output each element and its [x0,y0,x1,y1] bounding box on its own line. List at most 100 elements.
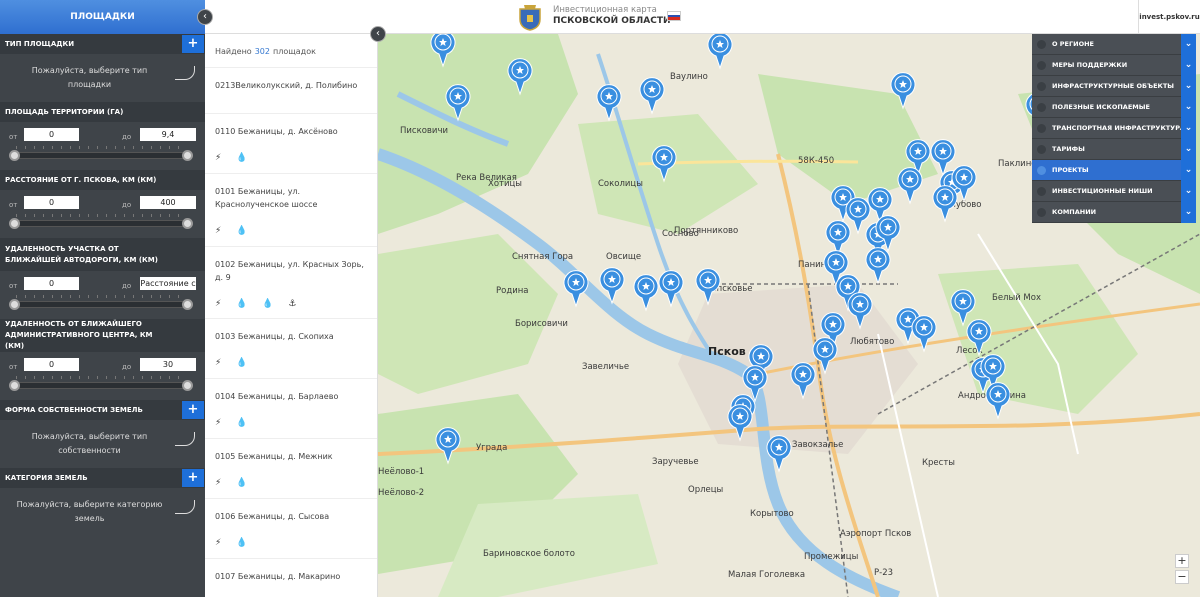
range-slider-track[interactable] [10,152,193,159]
layer-icon [1037,208,1046,217]
section-title-text: УДАЛЕННОСТЬ УЧАСТКА ОТ БЛИЖАЙШЕЙ АВТОДОР… [5,244,158,264]
list-item[interactable]: 0104 Бежаницы, д. Барлаево ⚡ 💧 [205,379,377,439]
range-to-input[interactable]: Расстояние с [140,277,196,290]
layer-icon [1037,61,1046,70]
sidebar-title: ПЛОЩАДКИ [0,0,205,34]
chevron-down-icon[interactable]: ⌄ [1181,202,1196,223]
list-item[interactable]: 0110 Бежаницы, д. Аксёново ⚡ 💧 [205,114,377,174]
list-item[interactable]: 0102 Бежаницы, ул. Красных Зорь, д. 9 ⚡ 💧… [205,247,377,319]
found-prefix: Найдено [215,47,252,56]
slider-ticks [16,295,187,298]
found-number: 302 [254,47,270,56]
chevron-down-icon[interactable]: ⌄ [1181,76,1196,97]
layer-label: ИНФРАСТРУКТУРНЫЕ ОБЪЕКТЫ [1052,82,1175,90]
layer-item[interactable]: ПОЛЕЗНЫЕ ИСКОПАЕМЫЕ ⌄ [1032,97,1196,118]
range-slider-track[interactable] [10,301,193,308]
range-slider-max-handle[interactable] [182,218,193,229]
add-filter-button[interactable]: + [182,401,204,419]
range-slider-min-handle[interactable] [9,380,20,391]
layer-icon [1037,103,1046,112]
range-slider-track[interactable] [10,220,193,227]
map-place-label: Орлецы [688,485,723,495]
map-place-label: Писковичи [400,126,448,136]
utility-icons: ⚡ 💧 [215,418,254,428]
list-item[interactable]: 0107 Бежаницы, д. Макарино [205,559,377,597]
map-place-label: Завеличье [582,362,629,372]
range-from-input[interactable]: 0 [24,358,79,371]
layer-item[interactable]: КОМПАНИИ ⌄ [1032,202,1196,223]
zoom-out-button[interactable]: − [1175,570,1189,584]
chevron-down-icon[interactable]: ⌄ [1181,34,1196,55]
range-to-input[interactable]: 9,4 [140,128,196,141]
from-label: от [9,201,18,209]
layer-icon [1037,187,1046,196]
range-to-input[interactable]: 30 [140,358,196,371]
layer-item[interactable]: ИНФРАСТРУКТУРНЫЕ ОБЪЕКТЫ ⌄ [1032,76,1196,97]
layer-icon [1037,145,1046,154]
filter-hint: Пожалуйста, выберите категорию земель [0,488,205,536]
chevron-down-icon[interactable]: ⌄ [1181,160,1196,181]
range-slider-min-handle[interactable] [9,218,20,229]
map-place-label: Снятная Гора [512,252,573,262]
map-place-label: Борисовичи [515,319,568,329]
layer-item[interactable]: МЕРЫ ПОДДЕРЖКИ ⌄ [1032,55,1196,76]
list-item[interactable]: 0101 Бежаницы, ул. Краснолученское шоссе… [205,174,377,247]
section-title-text: ФОРМА СОБСТВЕННОСТИ ЗЕМЕЛЬ [5,406,143,414]
utility-icons: ⚡ 💧 [215,538,254,548]
range-from-input[interactable]: 0 [24,196,79,209]
list-item[interactable]: 0103 Бежаницы, д. Скопиха ⚡ 💧 [205,319,377,379]
layer-icon [1037,40,1046,49]
list-item[interactable]: 0213Великолукский, д. Полибино [205,68,377,114]
coat-of-arms-logo [519,5,541,31]
layer-label: ТАРИФЫ [1052,145,1085,153]
collapse-sidebar-button[interactable]: ‹ [197,9,213,25]
sites-list: Найдено 302 площадок 0213Великолукский, д.… [205,34,378,597]
list-item-title: 0102 Бежаницы, ул. Красных Зорь, д. 9 [215,260,364,282]
range-slider-track[interactable] [10,382,193,389]
to-label: до [122,133,132,141]
layer-label: КОМПАНИИ [1052,208,1097,216]
layer-label: МЕРЫ ПОДДЕРЖКИ [1052,61,1128,69]
layer-item[interactable]: ПРОЕКТЫ ⌄ [1032,160,1196,181]
russian-flag-icon[interactable] [667,11,681,21]
to-label: до [122,363,132,371]
add-filter-button[interactable]: + [182,35,204,53]
filter-section-title: РАССТОЯНИЕ ОТ Г. ПСКОВА, КМ (КМ) [0,170,205,190]
list-item-title: 0106 Бежаницы, д. Сысова [215,512,330,521]
range-from-input[interactable]: 0 [24,277,79,290]
layer-item[interactable]: ИНВЕСТИЦИОННЫЕ НИШИ ⌄ [1032,181,1196,202]
collapse-list-button[interactable]: ‹ [370,26,386,42]
range-filter: от 0 до 400 [0,190,205,238]
site-link[interactable]: invest.pskov.ru [1138,0,1200,34]
hint-text: Пожалуйста, выберите тип собственности [31,432,148,455]
zoom-in-button[interactable]: + [1175,554,1189,568]
chevron-down-icon[interactable]: ⌄ [1181,55,1196,76]
utility-icons: ⚡ 💧 [215,226,254,236]
chevron-down-icon[interactable]: ⌄ [1181,181,1196,202]
range-slider-max-handle[interactable] [182,380,193,391]
map-place-label: Малая Гоголевка [728,570,805,580]
section-title-text: ПЛОЩАДЬ ТЕРРИТОРИИ (ГА) [5,108,124,116]
curved-arrow-icon [175,432,195,446]
range-to-input[interactable]: 400 [140,196,196,209]
list-item[interactable]: 0105 Бежаницы, д. Межник ⚡ 💧 [205,439,377,499]
layer-item[interactable]: ТАРИФЫ ⌄ [1032,139,1196,160]
chevron-down-icon[interactable]: ⌄ [1181,118,1196,139]
range-slider-min-handle[interactable] [9,299,20,310]
range-slider-max-handle[interactable] [182,150,193,161]
map-place-label: Р-23 [874,568,893,578]
range-slider-min-handle[interactable] [9,150,20,161]
chevron-down-icon[interactable]: ⌄ [1181,97,1196,118]
range-from-input[interactable]: 0 [24,128,79,141]
map-place-label: Родина [496,286,529,296]
layer-label: ТРАНСПОРТНАЯ ИНФРАСТРУКТУРА [1052,124,1185,132]
curved-arrow-icon [175,500,195,514]
list-item[interactable]: 0106 Бежаницы, д. Сысова ⚡ 💧 [205,499,377,559]
add-filter-button[interactable]: + [182,469,204,487]
layer-item[interactable]: ТРАНСПОРТНАЯ ИНФРАСТРУКТУРА ⌄ [1032,118,1196,139]
chevron-down-icon[interactable]: ⌄ [1181,139,1196,160]
filter-sections: ТИП ПЛОЩАДКИ + Пожалуйста, выберите тип пл… [0,34,205,536]
layer-item[interactable]: О РЕГИОНЕ ⌄ [1032,34,1196,55]
range-slider-max-handle[interactable] [182,299,193,310]
map-place-label: Соколицы [598,179,643,189]
